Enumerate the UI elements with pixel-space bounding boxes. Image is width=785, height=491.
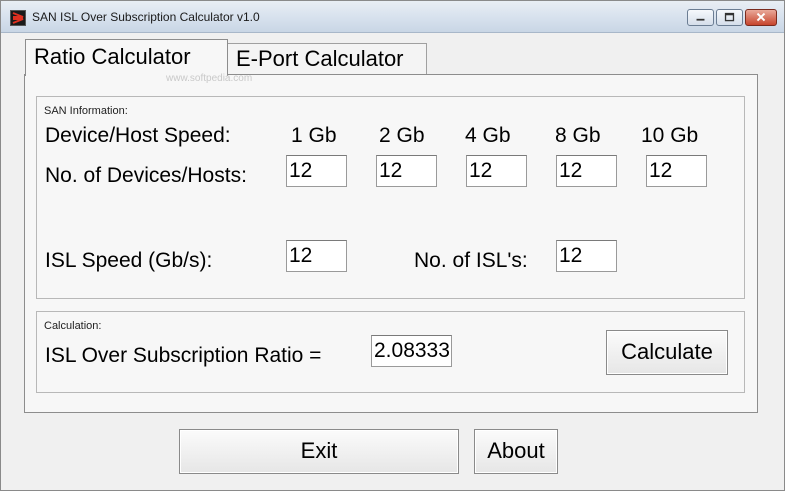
title-bar[interactable]: SAN ISL Over Subscription Calculator v1.… [1, 1, 784, 33]
group-caption-san: SAN Information: [44, 105, 128, 117]
tab-ratio-calculator[interactable]: Ratio Calculator [25, 39, 228, 76]
group-caption-calculation: Calculation: [44, 320, 102, 332]
isl-speed-label: ISL Speed (Gb/s): [45, 249, 213, 272]
app-logo-icon [10, 10, 26, 26]
ratio-label: ISL Over Subscription Ratio = [45, 344, 322, 367]
maximize-button[interactable] [716, 9, 743, 26]
devices-8gb-input[interactable]: 12 [556, 155, 617, 187]
app-window: SAN ISL Over Subscription Calculator v1.… [0, 0, 785, 491]
calculate-button[interactable]: Calculate [606, 330, 728, 375]
devices-1gb-input[interactable]: 12 [286, 155, 347, 187]
ratio-output-field[interactable]: 2.08333 [371, 335, 452, 367]
watermark: www.softpedia.com [166, 73, 253, 84]
device-count-label: No. of Devices/Hosts: [45, 164, 247, 187]
minimize-button[interactable] [687, 9, 714, 26]
speed-header-2gb: 2 Gb [379, 124, 425, 147]
tab-e-port-calculator[interactable]: E-Port Calculator [228, 43, 427, 75]
speed-header-4gb: 4 Gb [465, 124, 511, 147]
isl-count-input[interactable]: 12 [556, 240, 617, 272]
device-speed-label: Device/Host Speed: [45, 124, 231, 147]
devices-10gb-input[interactable]: 12 [646, 155, 707, 187]
window-title: SAN ISL Over Subscription Calculator v1.… [32, 10, 260, 24]
isl-count-label: No. of ISL's: [414, 249, 528, 272]
devices-4gb-input[interactable]: 12 [466, 155, 527, 187]
speed-header-8gb: 8 Gb [555, 124, 601, 147]
devices-2gb-input[interactable]: 12 [376, 155, 437, 187]
about-button[interactable]: About [474, 429, 558, 474]
speed-header-10gb: 10 Gb [641, 124, 699, 147]
speed-header-1gb: 1 Gb [291, 124, 337, 147]
exit-button[interactable]: Exit [179, 429, 459, 474]
close-button[interactable] [745, 9, 777, 26]
isl-speed-input[interactable]: 12 [286, 240, 347, 272]
